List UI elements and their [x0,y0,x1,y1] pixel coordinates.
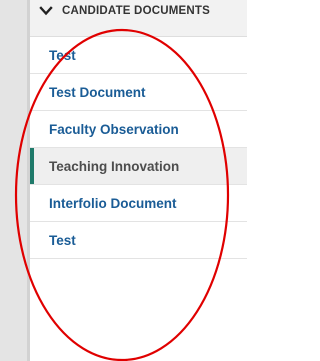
document-item-teaching-innovation[interactable]: Teaching Innovation [30,148,247,185]
document-item-test-document[interactable]: Test Document [30,74,247,111]
chevron-down-icon [38,3,54,19]
document-list: Test Test Document Faculty Observation T… [30,37,247,259]
section-header-toggle[interactable]: CANDIDATE DOCUMENTS [30,0,247,37]
document-link[interactable]: Test Document [49,85,146,100]
document-item-test[interactable]: Test [30,37,247,74]
document-link[interactable]: Test [49,233,76,248]
section-title: CANDIDATE DOCUMENTS [62,5,210,17]
document-link-selected[interactable]: Teaching Innovation [49,159,179,174]
document-item-faculty-observation[interactable]: Faculty Observation [30,111,247,148]
left-rail [0,0,30,361]
document-link[interactable]: Test [49,48,76,63]
document-link[interactable]: Faculty Observation [49,122,179,137]
candidate-documents-page: CANDIDATE DOCUMENTS Test Test Document F… [0,0,247,361]
document-item-interfolio-document[interactable]: Interfolio Document [30,185,247,222]
document-item-test-2[interactable]: Test [30,222,247,259]
document-link[interactable]: Interfolio Document [49,196,177,211]
documents-panel: CANDIDATE DOCUMENTS Test Test Document F… [30,0,247,361]
